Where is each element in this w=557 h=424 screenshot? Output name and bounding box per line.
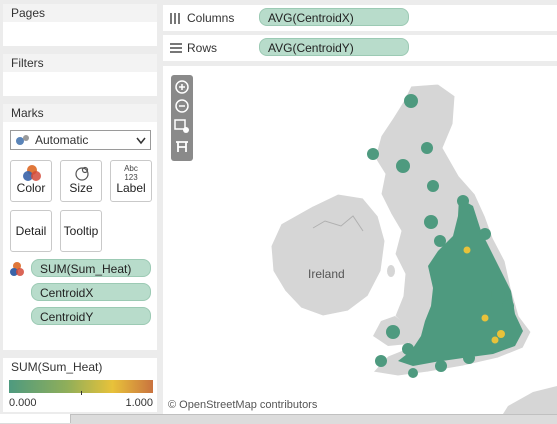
hot-point[interactable]: [497, 330, 505, 338]
data-point[interactable]: [386, 325, 400, 339]
size-label: Size: [69, 181, 93, 195]
map-place-label: Ireland: [308, 267, 345, 281]
columns-pill[interactable]: AVG(CentroidX): [259, 8, 409, 26]
data-point[interactable]: [375, 355, 387, 367]
data-point[interactable]: [491, 287, 505, 301]
data-point[interactable]: [457, 195, 469, 207]
filters-title: Filters: [3, 54, 157, 72]
field-pill-sum-heat[interactable]: SUM(Sum_Heat): [31, 259, 151, 277]
label-icon-top: Abc: [124, 164, 138, 173]
map-canvas: [270, 83, 557, 414]
data-point[interactable]: [458, 211, 472, 225]
data-point[interactable]: [424, 215, 438, 229]
mark-type-dropdown[interactable]: Automatic: [10, 130, 151, 150]
tooltip-label: Tooltip: [63, 224, 99, 238]
data-point[interactable]: [396, 159, 410, 173]
color-field-icon: [10, 262, 24, 276]
france-coast: [503, 386, 557, 414]
sheet-tab[interactable]: [0, 414, 71, 423]
legend-title: SUM(Sum_Heat): [3, 358, 157, 376]
color-legend[interactable]: SUM(Sum_Heat) 0.000 1.000: [3, 358, 157, 412]
rows-shelf[interactable]: Rows AVG(CentroidY): [163, 35, 557, 61]
rectangle-select-icon[interactable]: [174, 119, 190, 133]
mark-type-value: Automatic: [35, 133, 89, 147]
ireland-landmass: [270, 193, 386, 317]
size-button[interactable]: Size: [60, 160, 102, 202]
data-point[interactable]: [402, 343, 414, 355]
marks-title: Marks: [3, 104, 157, 122]
data-point[interactable]: [463, 352, 475, 364]
columns-shelf[interactable]: Columns AVG(CentroidX): [163, 5, 557, 31]
color-button[interactable]: Color: [10, 160, 52, 202]
pin-icon[interactable]: [174, 140, 190, 154]
label-label: Label: [116, 181, 146, 195]
hot-point[interactable]: [463, 246, 471, 254]
rows-pill[interactable]: AVG(CentroidY): [259, 38, 409, 56]
zoom-out-icon[interactable]: [175, 99, 189, 113]
pages-title: Pages: [3, 4, 157, 22]
automatic-mark-icon: [16, 135, 29, 145]
data-point[interactable]: [421, 142, 433, 154]
rows-label: Rows: [187, 41, 218, 55]
map-attribution[interactable]: © OpenStreetMap contributors: [168, 399, 317, 411]
detail-button[interactable]: Detail: [10, 210, 52, 252]
columns-label: Columns: [187, 11, 235, 25]
data-point[interactable]: [367, 148, 379, 160]
label-button[interactable]: Abc 123 Label: [110, 160, 152, 202]
color-label: Color: [16, 181, 46, 195]
data-point[interactable]: [435, 360, 447, 372]
legend-tick: [81, 391, 82, 395]
columns-icon: [170, 13, 180, 24]
data-point[interactable]: [434, 235, 446, 247]
chevron-down-icon: [136, 137, 146, 145]
field-pill-centroidy[interactable]: CentroidY: [31, 307, 151, 325]
filters-card[interactable]: Filters: [3, 54, 157, 96]
data-point[interactable]: [479, 228, 491, 240]
detail-label: Detail: [15, 224, 47, 238]
data-point[interactable]: [427, 180, 439, 192]
data-point[interactable]: [408, 368, 418, 378]
data-point[interactable]: [502, 300, 514, 312]
legend-max: 1.000: [125, 397, 153, 409]
label-icon: Abc 123: [111, 164, 151, 182]
rows-icon: [170, 43, 182, 53]
data-point[interactable]: [404, 94, 418, 108]
size-icon: [75, 166, 89, 181]
marks-card: Marks Automatic Color Size Abc 123 Label…: [3, 104, 157, 350]
field-pill-centroidx[interactable]: CentroidX: [31, 283, 151, 301]
zoom-in-icon[interactable]: [175, 80, 189, 94]
legend-min: 0.000: [9, 397, 37, 409]
color-icon: [23, 165, 41, 181]
isle-of-man: [387, 265, 395, 277]
map-view[interactable]: Ireland © OpenStreetMap contributors: [163, 66, 557, 414]
hot-point[interactable]: [481, 314, 489, 322]
pages-card[interactable]: Pages: [3, 4, 157, 46]
map-zoom-controls: [171, 75, 193, 161]
hot-point[interactable]: [491, 336, 499, 344]
tooltip-button[interactable]: Tooltip: [60, 210, 102, 252]
